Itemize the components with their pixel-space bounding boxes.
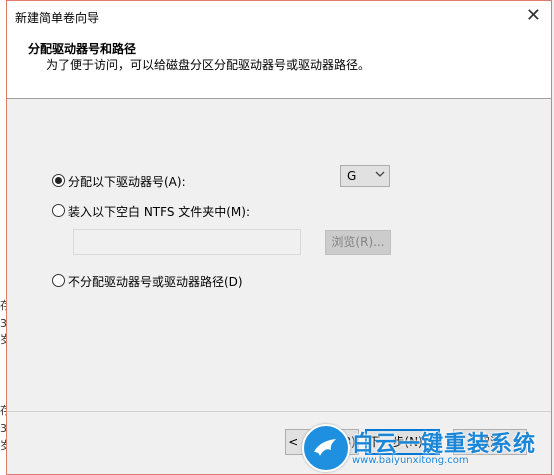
mount-folder-radio[interactable]: [52, 204, 65, 217]
bird-logo-icon: [302, 424, 350, 472]
no-assign-label[interactable]: 不分配驱动器号或驱动器路径(D): [68, 273, 243, 290]
drive-letter-select[interactable]: G: [340, 165, 390, 187]
page-subtitle: 为了便于访问，可以给磁盘分区分配驱动器号或驱动器路径。: [46, 58, 371, 72]
watermark-url: www.baiyunxitong.com: [352, 455, 469, 466]
chevron-down-icon: [375, 169, 385, 182]
wizard-header: 分配驱动器号和路径 为了便于访问，可以给磁盘分区分配驱动器号或驱动器路径。: [7, 31, 551, 99]
drive-letter-value: G: [347, 169, 357, 183]
watermark-text: 白云一键重装系统: [352, 432, 537, 457]
browse-button[interactable]: 浏览(R)...: [325, 230, 391, 255]
watermark: 白云一键重装系统 www.baiyunxitong.com: [292, 420, 554, 475]
assign-letter-label[interactable]: 分配以下驱动器号(A):: [68, 173, 186, 190]
mount-folder-label[interactable]: 装入以下空白 NTFS 文件夹中(M):: [68, 203, 250, 220]
window-title: 新建简单卷向导: [15, 11, 100, 25]
assign-letter-radio[interactable]: [52, 174, 65, 187]
wizard-content: 分配以下驱动器号(A): G 装入以下空白 NTFS 文件夹中(M): 浏览(R…: [7, 99, 551, 411]
page-title: 分配驱动器号和路径: [28, 42, 137, 56]
title-bar[interactable]: 新建简单卷向导 ✕: [7, 1, 551, 31]
close-icon[interactable]: ✕: [526, 5, 541, 26]
new-simple-volume-wizard: 新建简单卷向导 ✕ 分配驱动器号和路径 为了便于访问，可以给磁盘分区分配驱动器号…: [6, 0, 552, 475]
folder-path-input[interactable]: [73, 229, 301, 255]
no-assign-radio[interactable]: [52, 274, 65, 287]
